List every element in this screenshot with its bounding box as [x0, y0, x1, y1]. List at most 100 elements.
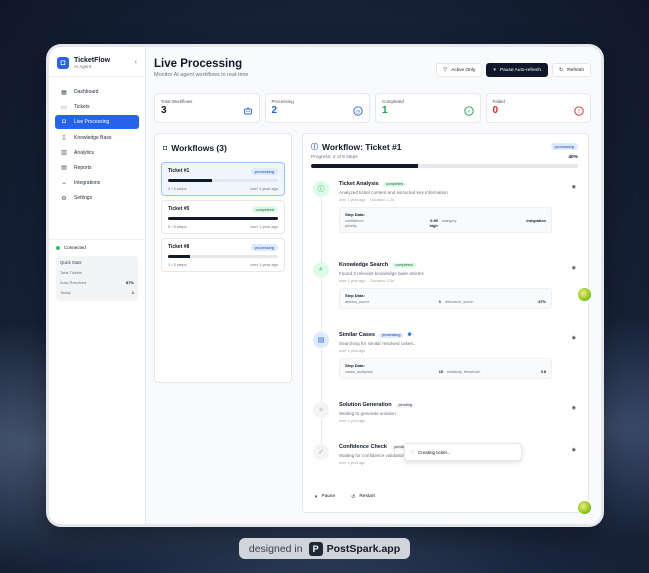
- main-content: Live Processing Monitor AI agent workflo…: [146, 47, 601, 524]
- step-status-badge: processing: [379, 332, 404, 338]
- eye-icon[interactable]: ◉: [572, 184, 576, 190]
- workflows-title: Workflows (3): [171, 143, 227, 153]
- page-title: Live Processing: [154, 58, 243, 70]
- step-data-grid: articles_found: 3 relevance_score: 87%: [345, 300, 546, 304]
- step-status-icon: ✓: [313, 444, 329, 460]
- refresh-button[interactable]: ↻ Refresh: [552, 63, 591, 77]
- eye-icon[interactable]: ◉: [572, 447, 576, 453]
- step-description: Analyzed ticket content and extracted ke…: [339, 190, 448, 195]
- step-connector: [320, 419, 322, 444]
- workflows-panel: ◘ Workflows (3) Ticket #1 processing 2 / 5…: [154, 133, 292, 383]
- eye-icon[interactable]: ◉: [572, 335, 576, 341]
- stat-value: 0: [492, 105, 499, 116]
- avatar[interactable]: [577, 500, 592, 515]
- progress-bar: [168, 255, 278, 258]
- step-name: Solution Generation: [339, 402, 392, 408]
- workflow-time: over 1 year ago: [250, 223, 278, 229]
- step-title: Knowledge Search completed: [339, 262, 568, 268]
- step-timestamp: over 1 year ago: [339, 419, 366, 423]
- designed-in-badge[interactable]: designed in P PostSpark.app: [239, 538, 410, 559]
- sidebar-item-reports[interactable]: ▤ Reports: [55, 161, 139, 175]
- step-timestamp: over 1 year ago: [339, 461, 366, 465]
- restart-icon: ↺: [351, 493, 356, 500]
- step-status-icon: ⌕: [313, 262, 329, 278]
- sidebar-item-integrations[interactable]: ⌁ Integrations: [55, 176, 139, 190]
- workflow-time: over 1 year ago: [250, 261, 278, 267]
- page-subtitle: Monitor AI agent workflows in real-time: [154, 72, 249, 78]
- pause-button[interactable]: ⏸ Pause: [311, 490, 339, 503]
- quick-stat-label: Today: [60, 289, 71, 295]
- sidebar-item-live-processing[interactable]: ◘ Live Processing: [55, 115, 139, 130]
- step-status-badge: completed: [392, 262, 416, 268]
- workflow-meta: 2 / 5 steps over 1 year ago: [168, 186, 278, 191]
- stat-value: 2: [271, 105, 278, 116]
- postspark-label: PostSpark.app: [326, 542, 401, 555]
- workflow-detail-title: ⓘ Workflow: Ticket #1: [311, 142, 402, 152]
- step-data-title: Step Data:: [345, 212, 365, 217]
- step-description: Searching for similar resolved cases...: [339, 341, 417, 346]
- sidebar-item-knowledge-base[interactable]: ▯ Knowledge Base: [55, 131, 139, 145]
- step-timestamp: over 1 year ago: [339, 198, 366, 202]
- sidebar-item-analytics[interactable]: ▥ Analytics: [55, 146, 139, 160]
- bot-icon: ◘: [163, 144, 168, 152]
- progress-bar-fill: [168, 217, 278, 220]
- restart-button[interactable]: ↺ Restart: [347, 490, 379, 503]
- header-actions: ▽ Active Only ⏸ Pause Auto-refresh ↻ Ref…: [436, 63, 591, 77]
- stat-value: 1: [382, 105, 388, 116]
- step-status-badge: pending: [395, 402, 416, 408]
- pause-icon: ⏸: [493, 67, 496, 73]
- bot-icon: [243, 103, 253, 115]
- step-data-key: priority:: [345, 224, 358, 228]
- toast-notification: ◌ Creating ticket...: [404, 443, 522, 461]
- sidebar-item-label: Analytics: [74, 149, 95, 156]
- quick-stat-row: Total Tickets: [60, 267, 134, 277]
- eye-icon[interactable]: ◉: [572, 405, 576, 411]
- alert-icon: !: [574, 103, 584, 116]
- workflow-title-text: Workflow: Ticket #1: [322, 142, 402, 152]
- step-body: Knowledge Search completed Found 3 relevan…: [339, 262, 576, 309]
- pause-icon: ⏸: [315, 493, 318, 500]
- workflows-header: ◘ Workflows (3): [155, 134, 291, 162]
- workflow-time: over 1 year ago: [250, 185, 278, 191]
- designed-in-label: designed in: [248, 542, 303, 555]
- step-time: over 1 year ago Duration: 2.5s: [339, 279, 568, 283]
- step-data-key: articles_found:: [345, 300, 370, 304]
- progress-bar: [168, 179, 278, 182]
- progress-text: Progress: 2 of 5 steps 40%: [311, 155, 578, 160]
- workflow-card[interactable]: Ticket #1 processing 2 / 5 steps over 1 yea…: [161, 162, 285, 196]
- eye-icon[interactable]: ◉: [572, 265, 576, 271]
- active-only-button[interactable]: ▽ Active Only: [436, 63, 483, 77]
- step-connector: [320, 279, 322, 333]
- sidebar-item-settings[interactable]: ⚙ Settings: [55, 191, 139, 205]
- stat-card: Total Workflows 3: [154, 93, 260, 123]
- stat-value: 3: [161, 105, 167, 116]
- spinner-icon: ✱: [407, 332, 412, 338]
- step-data-key: similarity_threshold:: [446, 370, 481, 374]
- step-data-value: high: [429, 224, 438, 228]
- step-timestamp: over 1 year ago: [339, 279, 366, 283]
- app-subtitle: AI Agent: [74, 63, 92, 69]
- stat-card: Processing 2 ◷: [264, 93, 370, 123]
- stat-label: Processing: [271, 99, 294, 104]
- pause-auto-refresh-button[interactable]: ⏸ Pause Auto-refresh: [486, 63, 548, 77]
- sidebar-nav: ▦ Dashboard ▭ Tickets ◘ Live Processing ▯ Knowl…: [49, 77, 145, 215]
- step-data-grid: confidence: 0.95 category: integration prior…: [345, 219, 546, 228]
- step-data-title: Step Data:: [345, 363, 365, 368]
- step-description: Waiting to generate solution: [339, 411, 396, 416]
- sidebar-item-label: Settings: [74, 195, 93, 202]
- restart-label: Restart: [359, 494, 375, 499]
- collapse-sidebar-icon[interactable]: ‹: [135, 59, 137, 66]
- workflow-card[interactable]: Ticket #5 completed 5 / 5 steps over 1 year…: [161, 200, 285, 234]
- workflow-card[interactable]: Ticket #8 processing 1 / 5 steps over 1 yea…: [161, 238, 285, 272]
- grid-icon: ▦: [61, 89, 67, 96]
- file-icon: ▤: [61, 165, 67, 172]
- sidebar-item-dashboard[interactable]: ▦ Dashboard: [55, 85, 139, 99]
- stat-card: Failed 0!: [485, 93, 591, 123]
- sidebar-item-tickets[interactable]: ▭ Tickets: [55, 100, 139, 114]
- avatar[interactable]: [577, 287, 592, 302]
- refresh-icon: ↻: [559, 67, 564, 73]
- step-data: Step Data: cases_analyzed: 15 similarity_th…: [339, 358, 552, 379]
- sidebar-status: Connected Quick Stats Total Tickets Auto-…: [49, 239, 145, 306]
- step-status-badge: completed: [382, 181, 407, 187]
- svg-text:✓: ✓: [466, 109, 470, 115]
